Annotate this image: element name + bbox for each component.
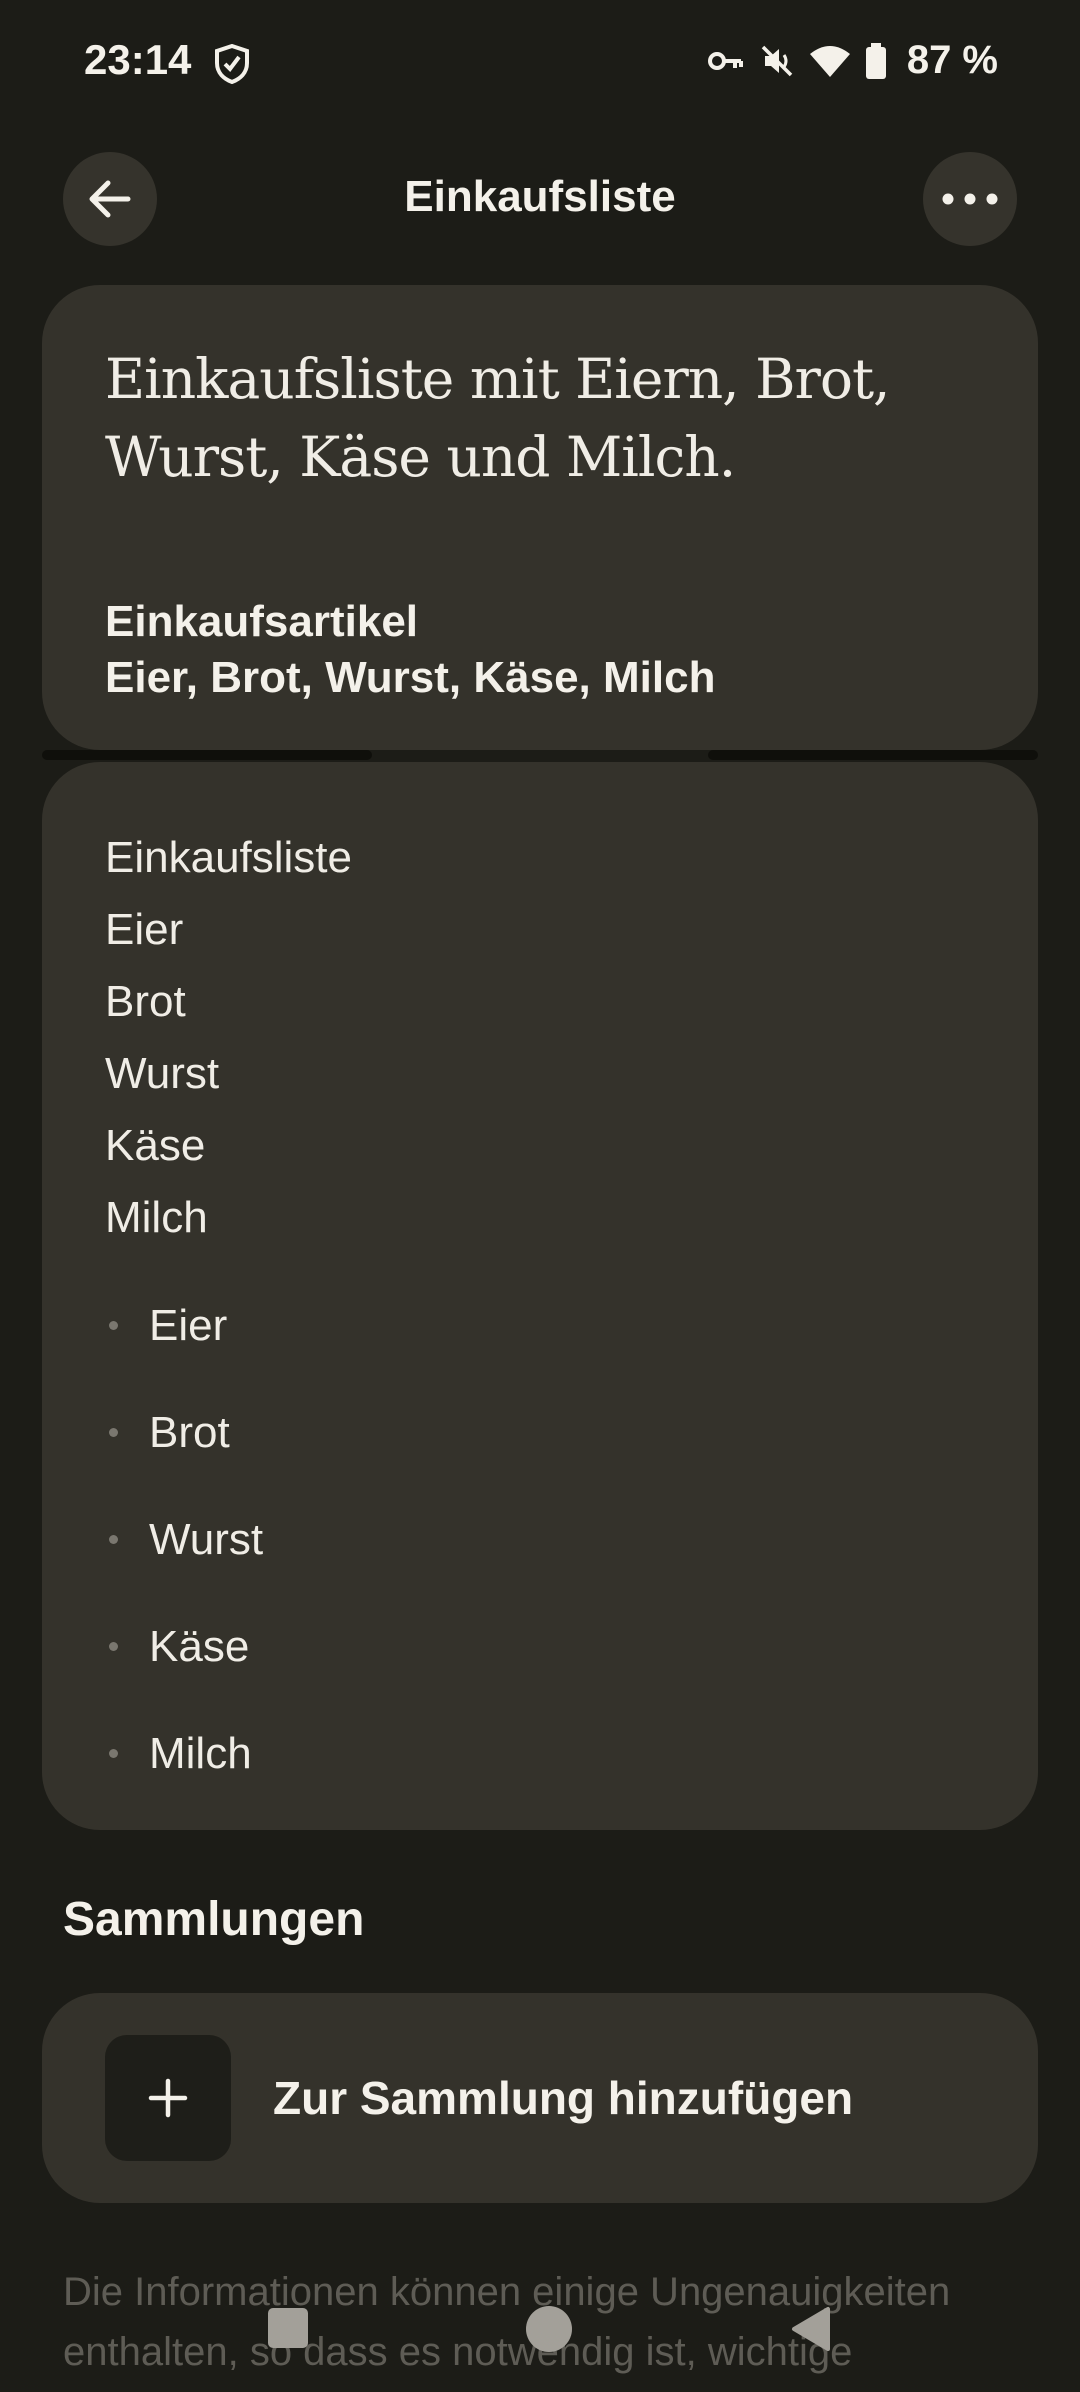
list-line: Brot [105, 977, 186, 1026]
summary-text: Einkaufsliste mit Eiern, Brot, Wurst, Kä… [105, 340, 975, 496]
list-item-text: Eier [149, 1300, 228, 1350]
list-item: Käse [105, 1593, 975, 1700]
list-item-text: Milch [149, 1728, 252, 1778]
list-item: Eier [105, 1272, 975, 1379]
add-to-collection-button[interactable]: Zur Sammlung hinzufügen [42, 1993, 1038, 2203]
summary-line: Einkaufsliste mit Eiern, Brot, [105, 347, 891, 411]
status-bar: 23:14 87 % [0, 0, 1080, 130]
list-item: Brot [105, 1379, 975, 1486]
wifi-icon [809, 45, 850, 77]
plus-icon-container [105, 2035, 231, 2161]
plus-icon [148, 2078, 188, 2118]
list-line: Käse [105, 1121, 206, 1170]
home-button[interactable] [526, 2306, 572, 2352]
list-card: Einkaufsliste Eier Brot Wurst Käse Milch… [42, 762, 1038, 1830]
summary-line: Wurst, Käse und Milch. [105, 425, 736, 489]
shield-icon [215, 44, 249, 84]
list-item-text: Wurst [149, 1514, 264, 1564]
list-item-text: Brot [149, 1407, 230, 1457]
bullet-dot [109, 1321, 118, 1330]
nav-back-icon[interactable] [790, 2306, 832, 2352]
bullet-dot [109, 1749, 118, 1758]
list-item: Wurst [105, 1486, 975, 1593]
more-options-button[interactable] [923, 152, 1017, 246]
list-item: Milch [105, 1700, 975, 1807]
bullet-dot [109, 1535, 118, 1544]
list-line: Einkaufsliste [105, 833, 353, 882]
bullet-dot [109, 1642, 118, 1651]
card-separator [708, 750, 1038, 760]
list-line: Wurst [105, 1049, 220, 1098]
articles-label: Einkaufsartikel [105, 597, 419, 646]
key-icon [707, 51, 743, 70]
summary-card: Einkaufsliste mit Eiern, Brot, Wurst, Kä… [42, 285, 1038, 750]
recents-button[interactable] [268, 2308, 308, 2348]
mute-icon [761, 45, 793, 76]
bullet-dot [109, 1428, 118, 1437]
articles-value: Eier, Brot, Wurst, Käse, Milch [105, 653, 716, 702]
bullet-list: Eier Brot Wurst Käse Milch [105, 1272, 975, 1807]
list-line: Milch [105, 1193, 208, 1242]
system-nav-bar [0, 2290, 1080, 2392]
add-to-collection-label: Zur Sammlung hinzufügen [273, 2072, 854, 2124]
list-line: Eier [105, 905, 184, 954]
status-time: 23:14 [84, 36, 192, 83]
battery-percent: 87 % [906, 38, 998, 82]
battery-icon [865, 42, 886, 79]
page-title: Einkaufsliste [404, 172, 676, 221]
list-item-text: Käse [149, 1621, 250, 1671]
more-horizontal-icon [942, 193, 998, 205]
card-separator [42, 750, 372, 760]
collections-title: Sammlungen [63, 1893, 365, 1946]
